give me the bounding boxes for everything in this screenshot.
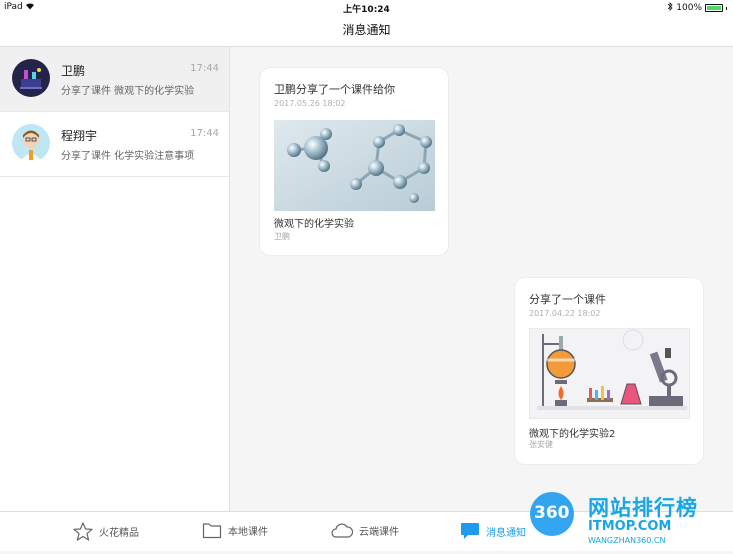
message-icon — [460, 522, 480, 540]
page-title: 消息通知 — [342, 23, 391, 37]
conversation-item[interactable]: 程翔宇 17:44 分享了课件 化学实验注意事项 — [0, 112, 229, 177]
avatar — [12, 59, 50, 97]
conversation-name: 卫鹏 — [61, 64, 86, 78]
conversation-name: 程翔宇 — [61, 129, 98, 143]
watermark-site: ITMOP.COM — [588, 519, 672, 534]
message-title: 分享了一个课件 — [529, 293, 606, 306]
bluetooth-icon — [667, 2, 673, 14]
conversation-preview: 分享了课件 化学实验注意事项 — [61, 151, 195, 162]
avatar — [12, 124, 50, 162]
conversation-time: 17:44 — [190, 63, 219, 74]
battery-percent: 100% — [676, 3, 702, 13]
course-author: 卫鹏 — [274, 232, 290, 241]
message-title: 卫鹏分享了一个课件给你 — [274, 83, 395, 96]
tab-label: 云端课件 — [359, 526, 399, 538]
tab-label: 火花精品 — [99, 528, 139, 539]
battery-icon — [705, 4, 723, 12]
tab-messages[interactable]: 消息通知 — [460, 522, 526, 540]
message-date: 2017.05.26 18:02 — [274, 99, 346, 108]
watermark-logo: 360 网站排行榜 ITMOP.COM WANGZHAN360.CN — [528, 486, 733, 550]
conversation-preview: 分享了课件 微观下的化学实验 — [61, 86, 195, 97]
message-card[interactable]: 卫鹏分享了一个课件给你 2017.05.26 18:02 微观下的化学实验 卫鹏 — [260, 68, 448, 255]
folder-icon — [202, 522, 222, 539]
star-icon — [73, 522, 93, 541]
tab-label: 消息通知 — [486, 527, 526, 539]
watermark-title: 网站排行榜 — [588, 496, 698, 520]
molecule-image[interactable] — [274, 120, 435, 211]
nav-bar: 消息通知 — [0, 14, 733, 47]
watermark-sub: WANGZHAN360.CN — [588, 536, 666, 545]
cloud-icon — [331, 522, 353, 538]
course-name: 微观下的化学实验 — [274, 219, 354, 230]
status-bar: iPad 上午10:24 100% — [0, 0, 733, 15]
watermark-badge: 360 — [534, 503, 570, 523]
tab-local[interactable]: 本地课件 — [202, 522, 268, 539]
tab-featured[interactable]: 火花精品 — [73, 522, 139, 541]
conversation-time: 17:44 — [190, 128, 219, 139]
tab-label: 本地课件 — [228, 527, 268, 538]
conversation-list: 卫鹏 17:44 分享了课件 微观下的化学实验 程翔宇 17:44 分享了课件 … — [0, 47, 230, 511]
course-author: 张安健 — [529, 440, 553, 449]
message-card[interactable]: 分享了一个课件 2017.04.22 18:02 微观下的化学实验2 张安健 — [515, 278, 703, 464]
conversation-item[interactable]: 卫鹏 17:44 分享了课件 微观下的化学实验 — [0, 47, 229, 112]
status-right: 100% — [667, 2, 727, 14]
course-name: 微观下的化学实验2 — [529, 429, 616, 440]
tab-cloud[interactable]: 云端课件 — [331, 522, 399, 538]
message-date: 2017.04.22 18:02 — [529, 309, 601, 318]
lab-equipment-image[interactable] — [529, 328, 690, 419]
